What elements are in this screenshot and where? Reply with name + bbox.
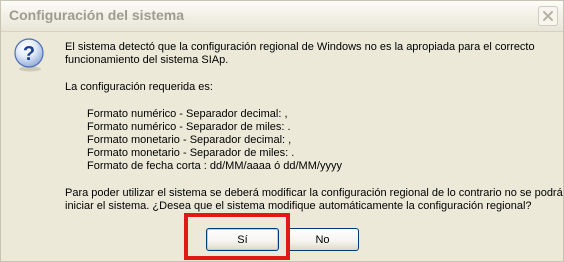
no-button[interactable]: No (286, 228, 359, 251)
setting-currency-decimal: Formato monetario - Separador decimal: , (87, 134, 292, 146)
setting-currency-thousands: Formato monetario - Separador de miles: … (87, 147, 295, 159)
question-line-1: Para poder utilizar el sistema se deberá… (65, 187, 563, 199)
setting-numeric-thousands: Formato numérico - Separador de miles: . (87, 121, 291, 133)
required-settings-list: Formato numérico - Separador decimal: , … (87, 108, 545, 173)
question-icon: ? (13, 38, 47, 72)
system-config-dialog: Configuración del sistema ? El sistema d… (0, 0, 564, 262)
close-icon (543, 11, 553, 21)
question-line-2: iniciar el sistema. ¿Desea que el sistem… (65, 200, 532, 212)
intro-line-2: funcionamiento del sistema SIAp. (65, 54, 229, 66)
required-config-heading: La configuración requerida es: (65, 81, 213, 93)
title-bar[interactable]: Configuración del sistema (1, 1, 563, 32)
message-body: El sistema detectó que la configuración … (65, 41, 563, 213)
svg-text:?: ? (23, 43, 35, 65)
setting-numeric-decimal: Formato numérico - Separador decimal: , (87, 108, 288, 120)
yes-button[interactable]: Sí (206, 228, 279, 251)
dialog-title: Configuración del sistema (9, 7, 185, 23)
close-button[interactable] (538, 6, 558, 26)
intro-line-1: El sistema detectó que la configuración … (65, 41, 535, 53)
setting-short-date: Formato de fecha corta : dd/MM/aaaa ó dd… (87, 160, 342, 172)
